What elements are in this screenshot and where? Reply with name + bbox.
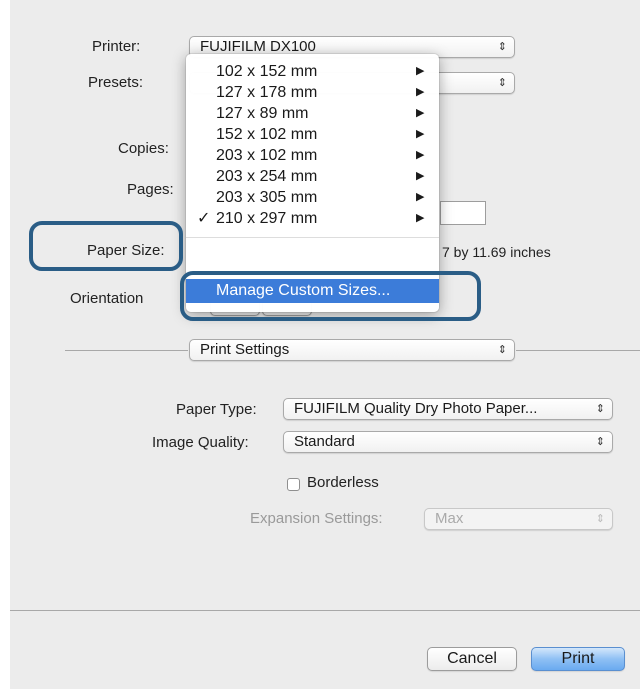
image-quality-label: Image Quality: [152, 434, 249, 451]
up-down-arrows-icon: ⇕ [497, 77, 507, 89]
cancel-button[interactable]: Cancel [427, 647, 517, 671]
borderless-checkbox[interactable] [287, 478, 300, 491]
menu-divider [186, 237, 439, 238]
section-value: Print Settings [200, 341, 290, 358]
checkmark-icon: ✓ [197, 210, 211, 227]
menu-item-210x297[interactable]: ✓ 210 x 297 mm ▶ [186, 208, 439, 229]
expansion-settings-value: Max [435, 510, 464, 527]
menu-item-label: 210 x 297 mm [216, 210, 318, 227]
section-divider-right [516, 350, 640, 351]
paper-type-label: Paper Type: [176, 401, 257, 418]
menu-item-127x178[interactable]: 127 x 178 mm ▶ [186, 82, 439, 103]
printer-value: FUJIFILM DX100 [200, 38, 316, 55]
menu-item-label: 127 x 178 mm [216, 84, 318, 101]
up-down-arrows-icon: ⇕ [497, 344, 507, 356]
submenu-arrow-icon: ▶ [416, 191, 425, 203]
orientation-label: Orientation [70, 290, 144, 307]
pages-to-field[interactable] [440, 201, 486, 225]
menu-item-127x89[interactable]: 127 x 89 mm ▶ [186, 103, 439, 124]
up-down-arrows-icon: ⇕ [595, 513, 605, 525]
image-quality-popup[interactable]: Standard ⇕ [283, 431, 613, 453]
pages-label: Pages: [127, 181, 174, 198]
copies-label: Copies: [118, 140, 169, 157]
borderless-label: Borderless [307, 474, 379, 491]
submenu-arrow-icon: ▶ [416, 212, 425, 224]
menu-item-203x254[interactable]: 203 x 254 mm ▶ [186, 166, 439, 187]
up-down-arrows-icon: ⇕ [595, 436, 605, 448]
menu-item-152x102[interactable]: 152 x 102 mm ▶ [186, 124, 439, 145]
up-down-arrows-icon: ⇕ [595, 403, 605, 415]
submenu-arrow-icon: ▶ [416, 86, 425, 98]
image-quality-value: Standard [294, 433, 355, 450]
printer-label: Printer: [92, 38, 141, 55]
menu-item-label: 127 x 89 mm [216, 105, 309, 122]
submenu-arrow-icon: ▶ [416, 107, 425, 119]
menu-item-203x102[interactable]: 203 x 102 mm ▶ [186, 145, 439, 166]
menu-item-102x152[interactable]: 102 x 152 mm ▶ [186, 61, 439, 82]
footer-divider [10, 610, 640, 611]
expansion-settings-label: Expansion Settings: [250, 510, 383, 527]
presets-label: Presets: [88, 74, 144, 91]
manage-custom-sizes-callout [180, 271, 481, 321]
paper-size-callout [29, 221, 183, 271]
menu-item-label: 203 x 102 mm [216, 147, 318, 164]
paper-size-dimensions: 7 by 11.69 inches [442, 244, 551, 260]
menu-item-label: 152 x 102 mm [216, 126, 318, 143]
submenu-arrow-icon: ▶ [416, 65, 425, 77]
paper-type-value: FUJIFILM Quality Dry Photo Paper... [294, 400, 538, 417]
up-down-arrows-icon: ⇕ [497, 41, 507, 53]
submenu-arrow-icon: ▶ [416, 149, 425, 161]
submenu-arrow-icon: ▶ [416, 170, 425, 182]
print-button[interactable]: Print [531, 647, 625, 671]
menu-item-203x305[interactable]: 203 x 305 mm ▶ [186, 187, 439, 208]
submenu-arrow-icon: ▶ [416, 128, 425, 140]
paper-type-popup[interactable]: FUJIFILM Quality Dry Photo Paper... ⇕ [283, 398, 613, 420]
section-divider-left [65, 350, 188, 351]
menu-item-label: 102 x 152 mm [216, 63, 318, 80]
menu-item-label: 203 x 254 mm [216, 168, 318, 185]
expansion-settings-popup[interactable]: Max ⇕ [424, 508, 613, 530]
menu-item-label: 203 x 305 mm [216, 189, 318, 206]
section-popup[interactable]: Print Settings ⇕ [189, 339, 515, 361]
